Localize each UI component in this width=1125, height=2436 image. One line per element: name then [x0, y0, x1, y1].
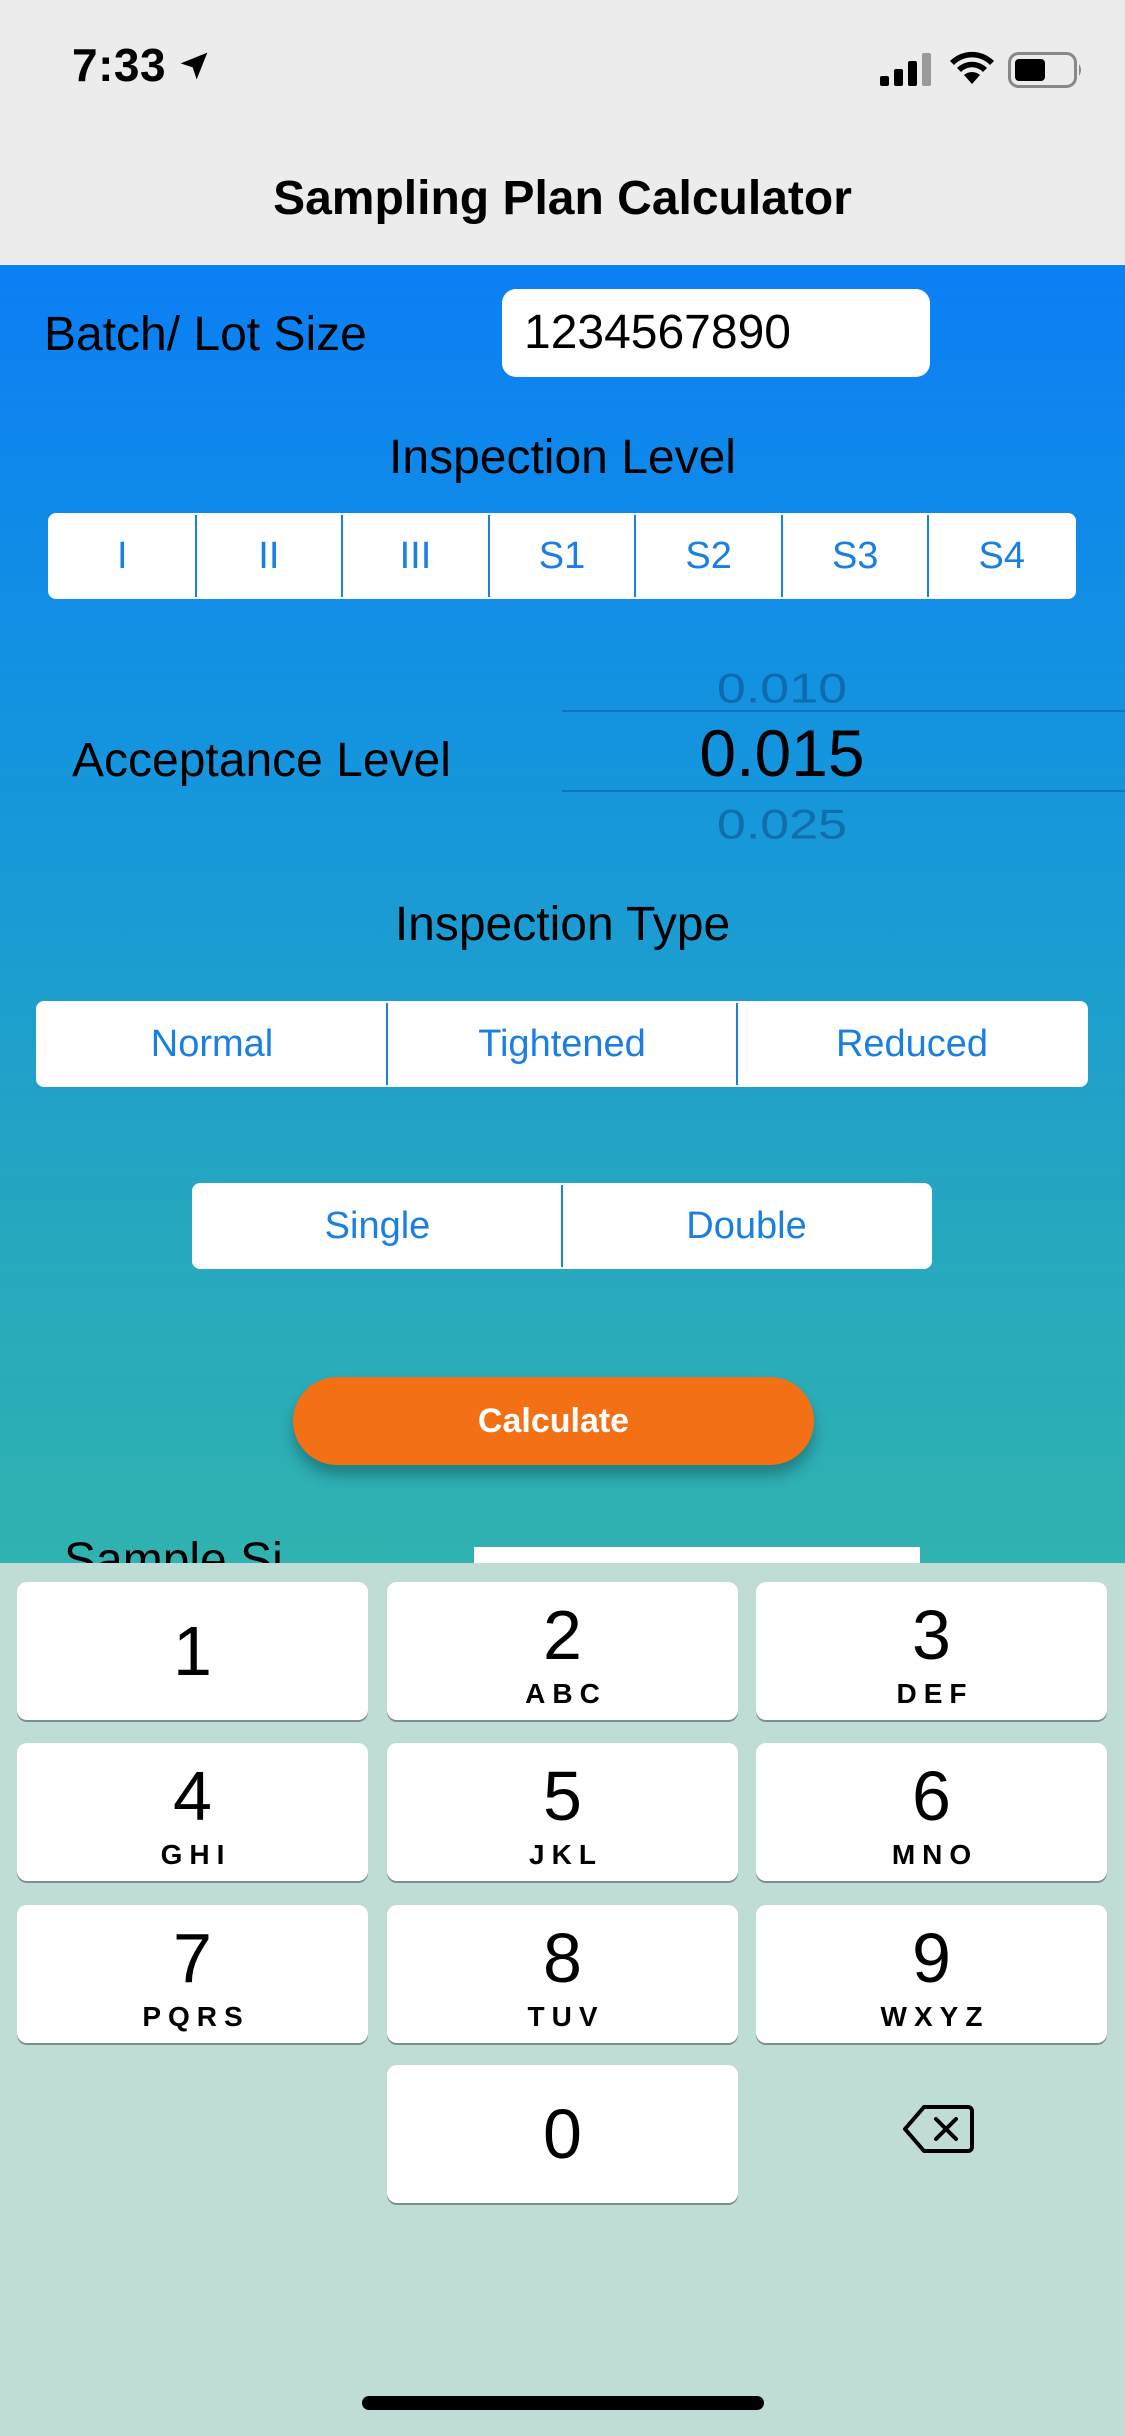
- key-digit: 6: [912, 1757, 951, 1835]
- key-letters: ABC: [525, 1678, 607, 1709]
- page-title: Sampling Plan Calculator: [273, 172, 852, 225]
- key-letters: PQRS: [142, 2001, 250, 2032]
- key-8[interactable]: 8 TUV: [387, 1905, 738, 2043]
- key-digit: 9: [912, 1919, 951, 1997]
- calculate-button[interactable]: Calculate: [293, 1377, 814, 1465]
- acceptance-level-label: Acceptance Level: [72, 734, 451, 787]
- picker-item-below[interactable]: 0.025: [562, 801, 1002, 849]
- key-letters: JKL: [529, 1839, 603, 1870]
- key-4[interactable]: 4 GHI: [17, 1743, 368, 1881]
- inspection-level-option[interactable]: III: [341, 515, 488, 597]
- inspection-type-control: Normal Tightened Reduced: [36, 1001, 1088, 1087]
- key-digit: 0: [543, 2095, 582, 2173]
- plan-single[interactable]: Single: [194, 1185, 561, 1267]
- key-letters: DEF: [896, 1678, 974, 1709]
- key-0[interactable]: 0: [387, 2065, 738, 2203]
- calculator-form: Batch/ Lot Size 1234567890 Inspection Le…: [0, 265, 1125, 1563]
- lot-size-label: Batch/ Lot Size: [44, 308, 367, 361]
- inspection-level-option[interactable]: II: [194, 515, 342, 597]
- backspace-icon[interactable]: [902, 2104, 974, 2154]
- key-digit: 2: [543, 1596, 582, 1674]
- inspection-type-normal[interactable]: Normal: [38, 1003, 386, 1085]
- key-2[interactable]: 2 ABC: [387, 1582, 738, 1720]
- key-letters: WXYZ: [880, 2001, 990, 2032]
- signal-icon: [880, 53, 931, 86]
- key-3[interactable]: 3 DEF: [756, 1582, 1107, 1720]
- picker-item-above[interactable]: 0.010: [562, 665, 1002, 713]
- key-7[interactable]: 7 PQRS: [17, 1905, 368, 2043]
- acceptance-level-picker[interactable]: 0.010 0.015 0.025: [562, 655, 1125, 855]
- inspection-level-option[interactable]: I: [50, 515, 195, 597]
- inspection-type-reduced[interactable]: Reduced: [736, 1003, 1086, 1085]
- sampling-plan-control: Single Double: [192, 1183, 932, 1269]
- key-letters: GHI: [160, 1839, 232, 1870]
- status-bar: 7:33: [0, 0, 1125, 135]
- inspection-level-title: Inspection Level: [389, 431, 736, 484]
- key-6[interactable]: 6 MNO: [756, 1743, 1107, 1881]
- inspection-type-title: Inspection Type: [394, 898, 731, 951]
- key-letters: TUV: [527, 2001, 605, 2032]
- picker-item-selected[interactable]: 0.015: [562, 715, 1002, 791]
- battery-icon: [1008, 52, 1081, 88]
- lot-size-input[interactable]: 1234567890: [502, 289, 930, 377]
- key-digit: 8: [543, 1919, 582, 1997]
- wifi-icon: [950, 51, 994, 84]
- navigation-bar: Sampling Plan Calculator: [0, 135, 1125, 265]
- inspection-level-option[interactable]: S4: [927, 515, 1074, 597]
- key-9[interactable]: 9 WXYZ: [756, 1905, 1107, 2043]
- key-5[interactable]: 5 JKL: [387, 1743, 738, 1881]
- location-arrow-icon: [180, 52, 208, 80]
- key-digit: 4: [173, 1757, 212, 1835]
- key-digit: 3: [912, 1596, 951, 1674]
- key-digit: 7: [173, 1919, 212, 1997]
- inspection-level-option[interactable]: S3: [780, 515, 928, 597]
- key-digit: 1: [173, 1612, 212, 1690]
- key-1[interactable]: 1: [17, 1582, 368, 1720]
- sample-size-label: Sample Si: [64, 1534, 283, 1563]
- picker-divider: [562, 710, 1125, 712]
- sample-size-field: [474, 1547, 920, 1563]
- home-indicator[interactable]: [362, 2396, 764, 2410]
- inspection-type-tightened[interactable]: Tightened: [386, 1003, 736, 1085]
- picker-divider: [562, 790, 1125, 792]
- plan-double[interactable]: Double: [561, 1185, 930, 1267]
- inspection-level-option[interactable]: S1: [487, 515, 635, 597]
- key-letters: MNO: [891, 1839, 979, 1870]
- status-time: 7:33: [72, 39, 167, 91]
- key-digit: 5: [543, 1757, 582, 1835]
- numeric-keypad: 1 2 ABC 3 DEF 4 GHI 5 JKL 6 MNO 7 PQRS 8…: [0, 1563, 1125, 2436]
- inspection-level-control: I II III S1 S2 S3 S4: [48, 513, 1076, 599]
- inspection-level-option[interactable]: S2: [634, 515, 781, 597]
